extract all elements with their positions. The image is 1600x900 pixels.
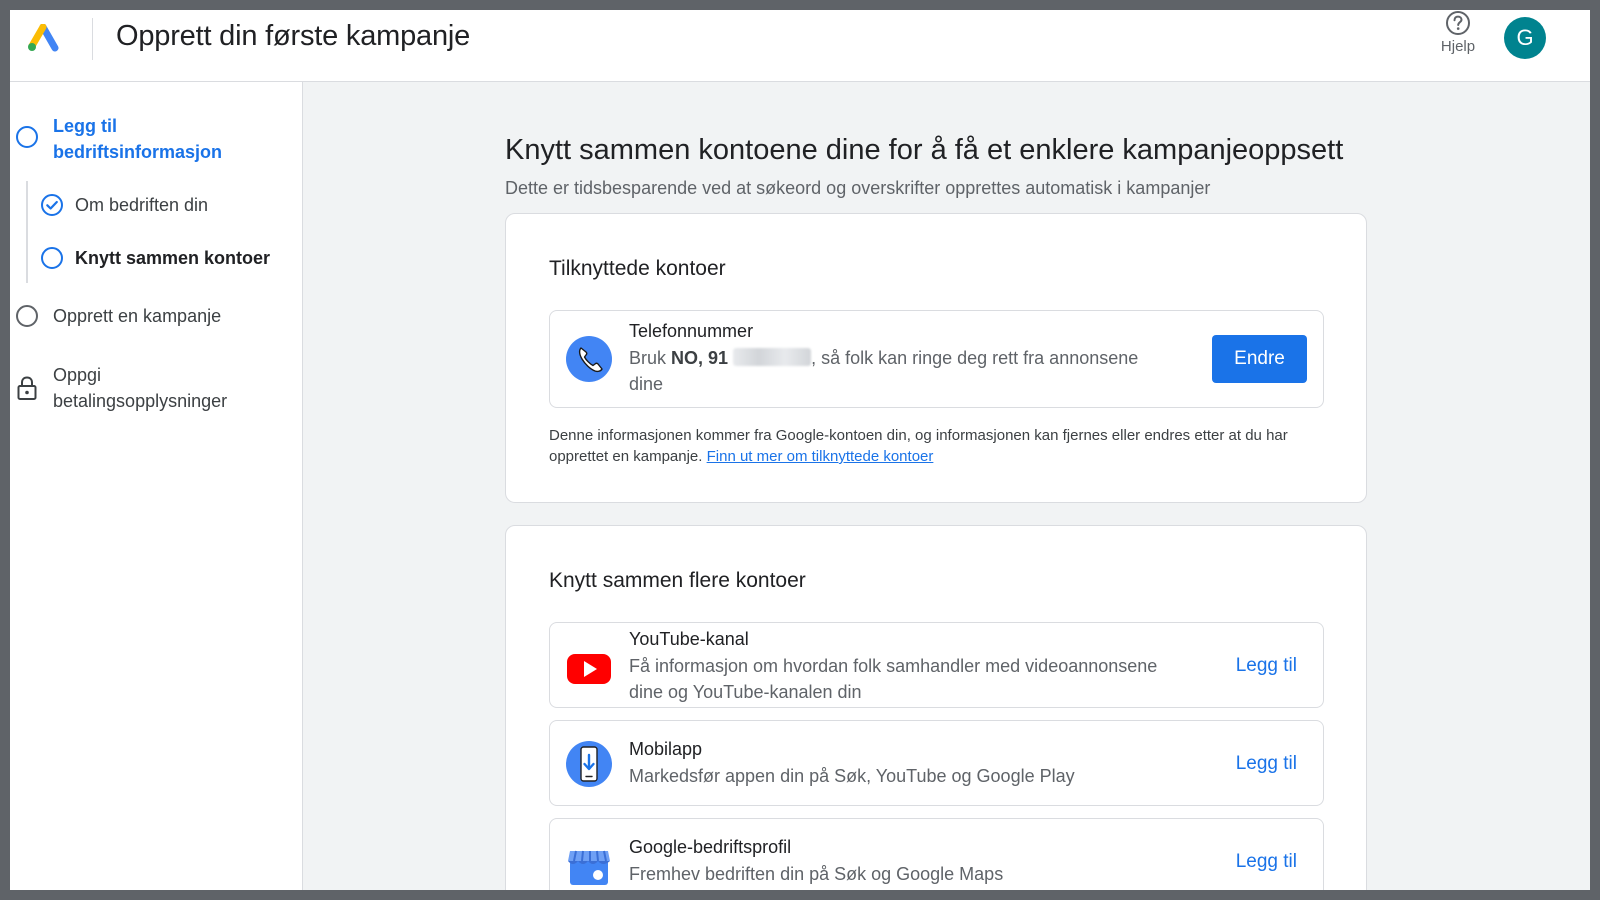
step-circle-icon	[16, 126, 38, 148]
step-business-info[interactable]: Legg til bedriftsinformasjon	[16, 113, 253, 165]
more-accounts-card: Knytt sammen flere kontoer YouTube-kanal…	[505, 525, 1367, 890]
substep-connector	[26, 181, 28, 283]
account-description: Markedsfør appen din på Søk, YouTube og …	[629, 766, 1075, 786]
help-button[interactable]: Hjelp	[1434, 10, 1482, 62]
step-label: Legg til bedriftsinformasjon	[53, 116, 223, 162]
account-name: Mobilapp	[629, 739, 703, 759]
help-icon	[1446, 11, 1470, 35]
business-profile-icon	[568, 850, 610, 885]
google-ads-logo	[28, 24, 59, 52]
header-divider	[92, 18, 93, 60]
step-link-accounts[interactable]: Knytt sammen kontoer	[41, 245, 270, 271]
lock-icon	[17, 376, 37, 400]
redacted-digits	[733, 348, 812, 366]
mobile-app-account-row: Mobilapp Markedsfør appen din på Søk, Yo…	[549, 720, 1324, 806]
add-business-profile-button[interactable]: Legg til	[1236, 851, 1297, 873]
step-payment: Oppgi betalingsopplysninger	[16, 362, 273, 414]
card-title: Tilknyttede kontoer	[549, 257, 726, 280]
linked-accounts-card: Tilknyttede kontoer Telefonnummer Bruk N…	[505, 213, 1367, 503]
account-name: Google-bedriftsprofil	[629, 837, 792, 857]
add-mobile-app-button[interactable]: Legg til	[1236, 753, 1297, 775]
main-title: Knytt sammen kontoene dine for å få et e…	[505, 134, 1344, 166]
page-title: Opprett din første kampanje	[116, 20, 471, 52]
top-header: Opprett din første kampanje Hjelp G	[10, 10, 1590, 82]
step-about-business[interactable]: Om bedriften din	[41, 192, 208, 218]
learn-more-link[interactable]: Finn ut mer om tilknyttede kontoer	[707, 448, 934, 465]
business-profile-account-row: Google-bedriftsprofil Fremhev bedriften …	[549, 818, 1324, 890]
account-description: Bruk NO, 91 , så folk kan ringe deg rett…	[629, 345, 1169, 397]
avatar[interactable]: G	[1504, 17, 1546, 59]
account-description: Få informasjon om hvordan folk samhandle…	[629, 656, 1158, 702]
card-title: Knytt sammen flere kontoer	[549, 569, 806, 592]
change-phone-button[interactable]: Endre	[1212, 335, 1307, 383]
step-create-campaign[interactable]: Opprett en kampanje	[16, 303, 221, 329]
step-circle-icon	[41, 247, 63, 269]
step-label: Oppgi betalingsopplysninger	[53, 365, 228, 411]
stepper-sidebar: Legg til bedriftsinformasjon Om bedrifte…	[10, 82, 303, 890]
app-window: Opprett din første kampanje Hjelp G Legg…	[10, 10, 1590, 890]
phone-number: NO, 91	[671, 348, 729, 368]
phone-desc-prefix: Bruk	[629, 348, 672, 368]
account-name: Telefonnummer	[629, 321, 754, 341]
linked-accounts-info: Denne informasjonen kommer fra Google-ko…	[549, 425, 1334, 467]
youtube-account-row: YouTube-kanal Få informasjon om hvordan …	[549, 622, 1324, 708]
account-description: Fremhev bedriften din på Søk og Google M…	[629, 864, 1004, 884]
account-name: YouTube-kanal	[629, 629, 749, 649]
mobile-app-icon	[566, 741, 612, 787]
youtube-icon	[567, 654, 611, 684]
phone-icon	[566, 336, 612, 382]
check-circle-icon	[41, 194, 63, 216]
step-label: Knytt sammen kontoer	[75, 248, 271, 268]
help-label: Hjelp	[1440, 38, 1476, 55]
step-label: Om bedriften din	[75, 195, 209, 215]
step-label: Opprett en kampanje	[53, 306, 222, 326]
step-circle-icon	[16, 305, 38, 327]
main-subtitle: Dette er tidsbesparende ved at søkeord o…	[505, 178, 1211, 198]
phone-account-row: Telefonnummer Bruk NO, 91 , så folk kan …	[549, 310, 1324, 408]
add-youtube-button[interactable]: Legg til	[1236, 655, 1297, 677]
